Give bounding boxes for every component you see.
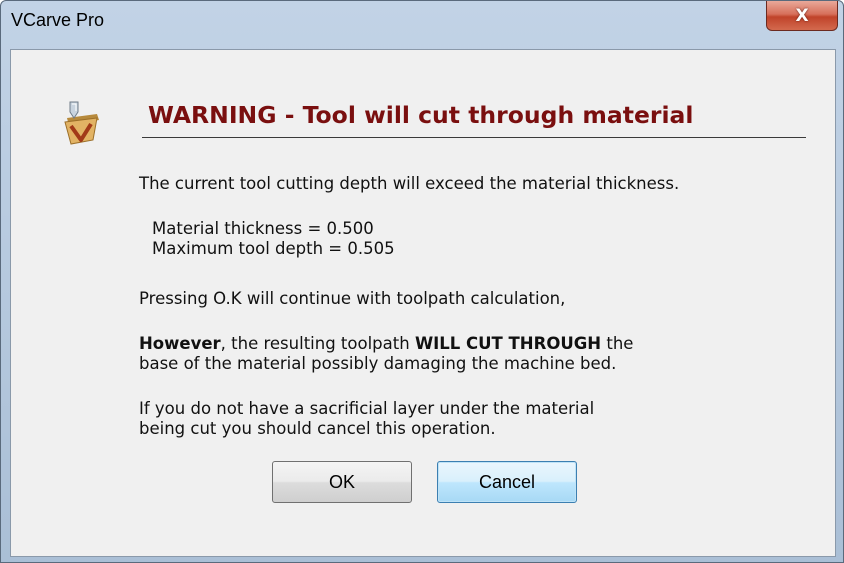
cancel-button[interactable]: Cancel [437,461,577,503]
vcarve-app-icon [64,101,99,145]
dialog-window: VCarve Pro X WARNING - Tool will cut thr… [0,0,844,563]
continue-note: Pressing O.K will continue with toolpath… [139,289,566,308]
cut-through-warning-line1: However, the resulting toolpath WILL CUT… [139,334,633,354]
material-thickness-text: Material thickness = 0.500 [152,219,374,238]
warning-heading: WARNING - Tool will cut through material [148,101,694,129]
however-mid-text: , the resulting toolpath [220,334,415,353]
close-button[interactable]: X [766,1,838,31]
cut-through-warning-line2: base of the material possibly damaging t… [139,354,617,373]
window-title: VCarve Pro [11,10,105,30]
however-bold-text: However [139,334,221,353]
sacrificial-note-line1: If you do not have a sacrificial layer u… [139,399,595,418]
depth-message: The current tool cutting depth will exce… [139,174,680,193]
max-tool-depth-text: Maximum tool depth = 0.505 [152,239,395,258]
close-icon: X [795,5,809,26]
however-end-text: the [601,334,634,353]
cut-through-bold-text: WILL CUT THROUGH [414,334,602,353]
dialog-body: WARNING - Tool will cut through material… [10,49,836,557]
title-bar[interactable]: VCarve Pro X [1,1,843,49]
heading-divider [142,137,806,138]
sacrificial-note-line2: being cut you should cancel this operati… [139,419,496,438]
ok-button[interactable]: OK [272,461,412,503]
